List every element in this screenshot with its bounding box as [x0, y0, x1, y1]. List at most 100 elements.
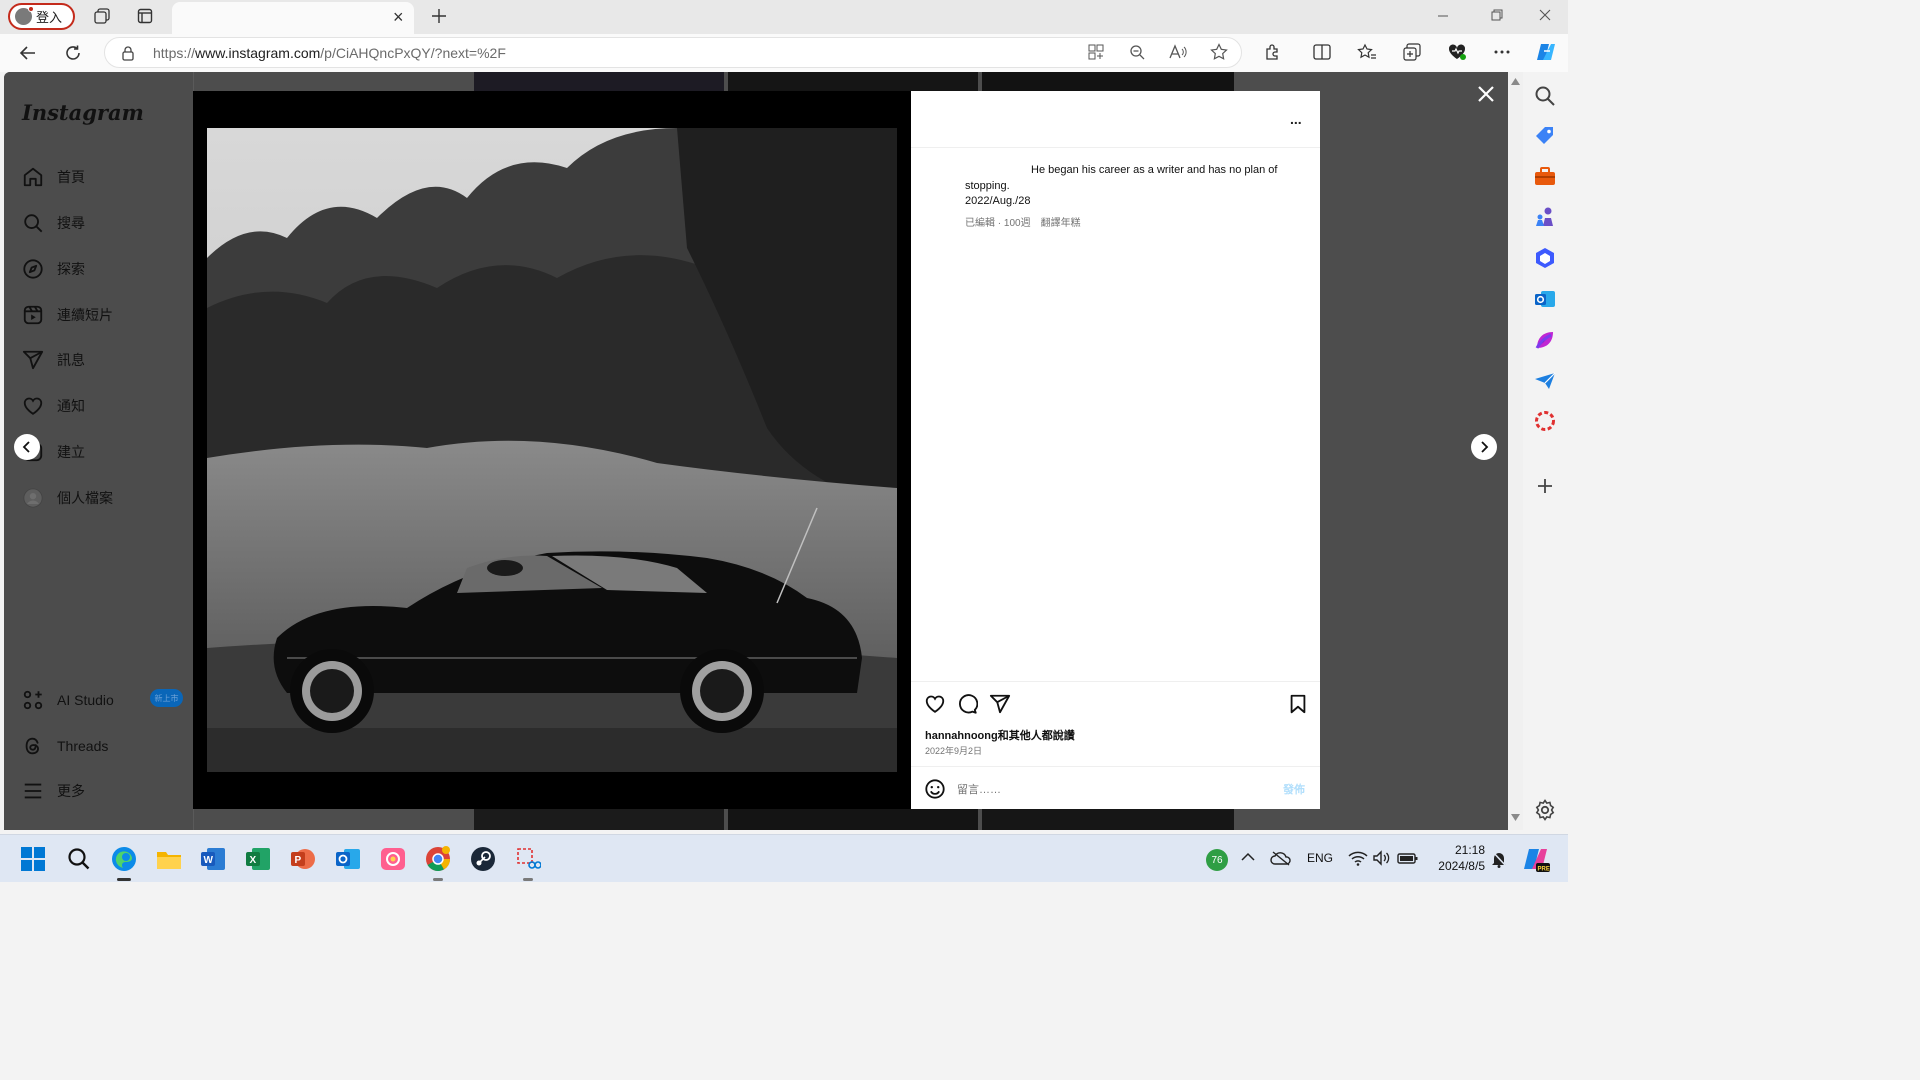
- outlook-taskbar-icon[interactable]: [332, 843, 364, 875]
- powerpoint-icon[interactable]: P: [287, 843, 319, 875]
- taskbar-search-icon[interactable]: [63, 843, 95, 875]
- copilot-icon[interactable]: [1529, 35, 1563, 69]
- workspaces-icon[interactable]: [87, 1, 117, 31]
- start-windows-icon[interactable]: [17, 843, 49, 875]
- sidebar-search-icon[interactable]: [1533, 84, 1557, 108]
- nav-ai-studio[interactable]: AI Studio: [22, 683, 114, 717]
- circle-app-icon[interactable]: [1533, 409, 1557, 433]
- weather-badge[interactable]: 76: [1206, 849, 1228, 871]
- file-explorer-icon[interactable]: [153, 843, 185, 875]
- collections-icon[interactable]: [1395, 35, 1429, 69]
- onedrive-icon[interactable]: [1270, 850, 1292, 866]
- tab-close-icon[interactable]: ×: [393, 7, 404, 28]
- scroll-down-icon[interactable]: [1511, 814, 1520, 822]
- lock-icon[interactable]: [121, 45, 135, 61]
- sidebar-add-icon[interactable]: [1533, 474, 1557, 498]
- shopping-tag-icon[interactable]: [1533, 124, 1557, 148]
- steam-icon[interactable]: [467, 843, 499, 875]
- nav-home[interactable]: 首頁: [22, 160, 85, 194]
- grid-thumbnail[interactable]: [474, 72, 724, 92]
- new-tab-icon[interactable]: [424, 1, 454, 31]
- grid-thumbnail[interactable]: [728, 72, 978, 92]
- active-tab[interactable]: ×: [172, 2, 414, 34]
- post-comment-button[interactable]: 發佈: [1283, 781, 1305, 797]
- nav-explore[interactable]: 探索: [22, 252, 85, 286]
- notification-bell-icon[interactable]: [1491, 850, 1507, 868]
- grid-thumbnail[interactable]: [474, 809, 724, 830]
- nav-more[interactable]: 更多: [22, 774, 85, 808]
- chrome-icon[interactable]: [422, 843, 454, 881]
- copilot-preview-icon[interactable]: PRE: [1522, 845, 1550, 873]
- sidebar-settings-icon[interactable]: [1533, 798, 1557, 822]
- post-date[interactable]: 2022年9月2日: [925, 744, 982, 757]
- emoji-icon[interactable]: [924, 778, 946, 800]
- excel-icon[interactable]: X: [242, 843, 274, 875]
- games-chess-icon[interactable]: [1533, 205, 1557, 229]
- back-icon[interactable]: [11, 36, 45, 70]
- url-text[interactable]: https://www.instagram.com/p/CiAHQncPxQY/…: [153, 45, 506, 61]
- split-screen-icon[interactable]: [1305, 35, 1339, 69]
- nav-label: 個人檔案: [57, 490, 113, 506]
- zoom-out-icon[interactable]: [1120, 35, 1154, 69]
- show-hidden-icons-icon[interactable]: [1241, 852, 1255, 862]
- profile-button[interactable]: 登入: [8, 3, 75, 30]
- scroll-up-icon[interactable]: [1511, 78, 1520, 86]
- settings-more-icon[interactable]: [1485, 35, 1519, 69]
- address-bar[interactable]: https://www.instagram.com/p/CiAHQncPxQY/…: [104, 37, 1242, 68]
- send-drop-icon[interactable]: [1533, 369, 1557, 393]
- grid-thumbnail[interactable]: [728, 809, 978, 830]
- nav-threads[interactable]: Threads: [22, 729, 108, 763]
- edge-browser-icon[interactable]: [108, 843, 140, 881]
- snipping-tool-icon[interactable]: [512, 843, 544, 881]
- comment-input[interactable]: 留言……: [957, 781, 1001, 797]
- nav-profile[interactable]: 個人檔案: [22, 481, 113, 515]
- reels-icon: [23, 305, 43, 325]
- language-indicator[interactable]: ENG: [1307, 851, 1333, 865]
- post-photo[interactable]: [207, 128, 897, 772]
- clock[interactable]: 21:18 2024/8/5: [1431, 842, 1485, 874]
- window-close-icon[interactable]: [1538, 8, 1552, 22]
- grid-thumbnail[interactable]: [982, 72, 1234, 92]
- comment-icon[interactable]: [956, 693, 978, 715]
- restore-icon[interactable]: [1490, 8, 1504, 22]
- nav-label: 通知: [57, 398, 85, 414]
- minimize-icon[interactable]: [1436, 8, 1450, 22]
- tools-briefcase-icon[interactable]: [1533, 165, 1557, 189]
- header-divider: [911, 147, 1320, 148]
- outlook-icon[interactable]: [1533, 287, 1557, 311]
- nav-notifications[interactable]: 通知: [22, 389, 85, 423]
- photo-app-icon[interactable]: [377, 843, 409, 875]
- extensions-icon[interactable]: [1256, 35, 1290, 69]
- wifi-icon[interactable]: [1348, 850, 1368, 866]
- app-available-icon[interactable]: [1079, 35, 1113, 69]
- caption-line: stopping.: [965, 179, 1010, 192]
- microsoft365-icon[interactable]: [1533, 246, 1557, 270]
- previous-post-button[interactable]: [14, 434, 40, 460]
- clock-date: 2024/8/5: [1438, 859, 1485, 873]
- translate-link[interactable]: 翻譯年糕: [1041, 214, 1081, 229]
- nav-reels[interactable]: 連續短片: [22, 298, 113, 332]
- nav-search[interactable]: 搜尋: [22, 206, 85, 240]
- page-scrollbar[interactable]: [1508, 72, 1523, 830]
- volume-icon[interactable]: [1372, 850, 1392, 866]
- nav-label: 更多: [57, 783, 85, 799]
- save-bookmark-icon[interactable]: [1287, 693, 1309, 715]
- vertical-tabs-icon[interactable]: [130, 1, 160, 31]
- browser-essentials-icon[interactable]: [1440, 35, 1474, 69]
- nav-messages[interactable]: 訊息: [22, 343, 85, 377]
- grid-thumbnail[interactable]: [982, 809, 1234, 830]
- battery-icon[interactable]: [1397, 850, 1419, 866]
- instagram-logo[interactable]: Instagram: [22, 100, 144, 125]
- share-icon[interactable]: [989, 693, 1011, 715]
- refresh-icon[interactable]: [56, 36, 90, 70]
- read-aloud-icon[interactable]: [1161, 35, 1195, 69]
- likes-summary[interactable]: hannahnoong和其他人都說讚: [925, 727, 1075, 743]
- favorites-icon[interactable]: [1350, 35, 1384, 69]
- favorite-star-icon[interactable]: [1202, 35, 1236, 69]
- designer-icon[interactable]: [1533, 328, 1557, 352]
- more-options-button[interactable]: ...: [1290, 111, 1302, 127]
- word-icon[interactable]: W: [197, 843, 229, 875]
- close-modal-icon[interactable]: [1474, 82, 1498, 106]
- like-icon[interactable]: [924, 693, 946, 715]
- next-post-button[interactable]: [1471, 434, 1497, 460]
